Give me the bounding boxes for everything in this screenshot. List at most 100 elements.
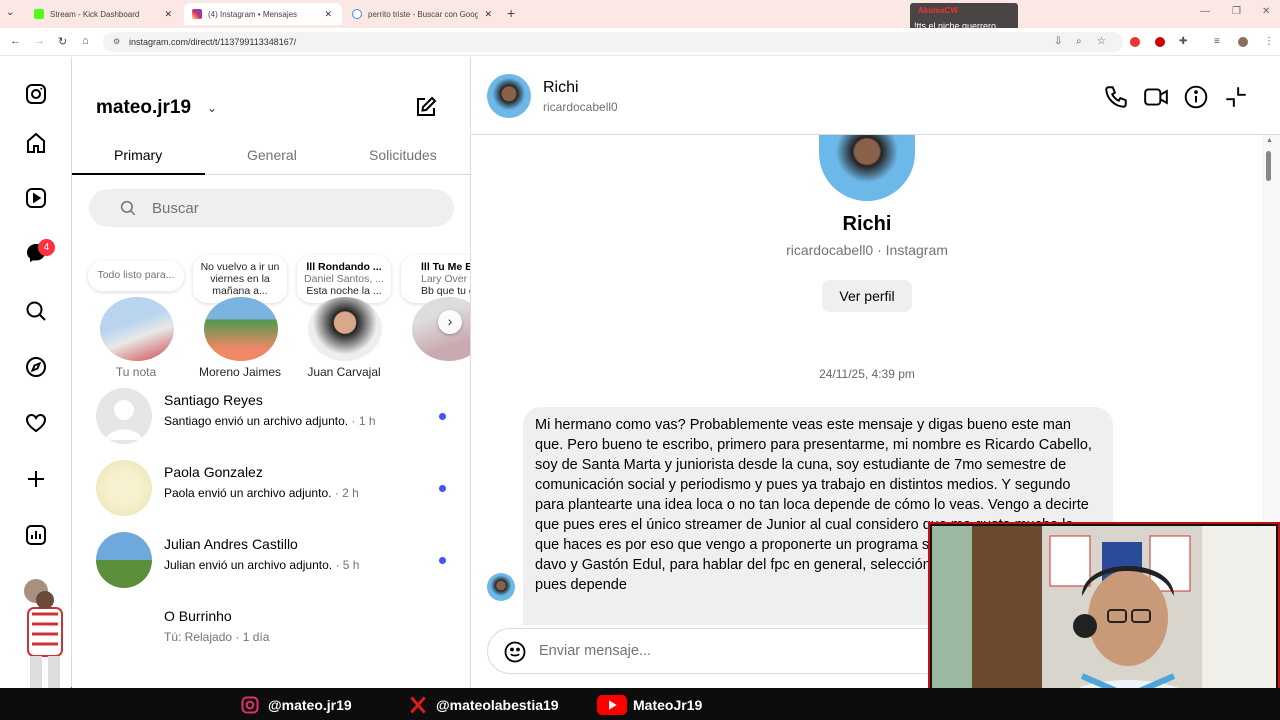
search-input[interactable]: Buscar	[89, 189, 454, 227]
chat-header: Richi ricardocabell0	[471, 57, 1280, 135]
bookmark-star-icon[interactable]: ☆	[1097, 36, 1106, 47]
social-handle: @mateo.jr19	[268, 697, 352, 713]
close-tab-icon[interactable]: ✕	[324, 9, 332, 20]
scroll-up-icon[interactable]: ▲	[1266, 137, 1273, 144]
social-instagram: @mateo.jr19	[238, 695, 352, 715]
notifications-heart-icon[interactable]	[22, 409, 50, 437]
preview-time: · 2 h	[334, 486, 359, 500]
install-app-icon[interactable]: ⇩	[1054, 36, 1062, 47]
reload-icon[interactable]: ↻	[58, 35, 67, 48]
view-profile-button[interactable]: Ver perfil	[822, 280, 912, 312]
inbox-tabs: Primary General Solicitudes	[72, 143, 470, 175]
close-window-icon[interactable]: ✕	[1262, 6, 1270, 17]
reels-icon[interactable]	[22, 184, 50, 212]
url-input[interactable]: ⚙ instagram.com/direct/t/113799113348167…	[103, 32, 1123, 52]
chevron-down-icon[interactable]: ⌄	[207, 101, 217, 115]
dashboard-icon[interactable]	[22, 521, 50, 549]
info-icon[interactable]	[1183, 84, 1209, 110]
emoji-icon[interactable]	[503, 640, 527, 664]
site-info-icon[interactable]: ⚙	[113, 37, 120, 46]
tab-general[interactable]: General	[247, 147, 297, 163]
extension-icon[interactable]	[1155, 37, 1165, 47]
conversation-name: Santiago Reyes	[164, 392, 263, 408]
tab-title: (4) Instagram • Mensajes	[208, 9, 298, 19]
note-text: No vuelvo a ir un viernes en la mañana a…	[200, 261, 280, 297]
note-name: Juan Carvajal	[307, 365, 381, 379]
notes-tray: Todo listo para... Tu nota No vuelvo a i…	[72, 255, 470, 380]
note-song-title: lll Tu Me E...	[421, 261, 470, 273]
tab-search-chevron-icon[interactable]: ⌄	[6, 7, 14, 18]
social-handle: @mateolabestia19	[436, 697, 559, 713]
home-nav-icon[interactable]	[22, 129, 50, 157]
kick-favicon-icon	[34, 9, 44, 19]
close-tab-icon[interactable]: ✕	[484, 9, 492, 20]
media-control-icon[interactable]: ≡	[1214, 36, 1220, 47]
zoom-icon[interactable]: ⌕	[1076, 36, 1082, 47]
browser-tab-google[interactable]: perrito triste - Buscar con Goog ✕	[344, 3, 502, 25]
browser-tab-bar: ⌄ Stream - Kick Dashboard ✕ (4) Instagra…	[0, 0, 1280, 28]
new-tab-button[interactable]: +	[507, 5, 515, 21]
notifications-badge: 4	[38, 239, 55, 256]
avatar[interactable]	[487, 74, 531, 118]
conversation-row[interactable]: Julian Andres Castillo Julian envió un a…	[72, 524, 470, 596]
active-tab-indicator	[72, 173, 205, 175]
avatar	[96, 532, 152, 588]
extension-icon[interactable]	[1130, 37, 1140, 47]
conversation-preview: Paola envió un archivo adjunto. · 2 h	[164, 486, 359, 500]
instagram-icon	[238, 695, 262, 715]
scrollbar-thumb[interactable]	[1266, 151, 1271, 181]
new-message-icon[interactable]	[414, 95, 438, 119]
profile-name: Richi	[842, 213, 892, 235]
search-icon	[120, 200, 136, 216]
minimize-chat-icon[interactable]	[1223, 84, 1249, 110]
notes-next-chevron-icon[interactable]: ›	[438, 310, 462, 334]
tab-requests[interactable]: Solicitudes	[369, 147, 437, 163]
explore-compass-icon[interactable]	[22, 353, 50, 381]
note-text: Esta noche la ...	[306, 285, 382, 297]
conversation-row[interactable]: Paola Gonzalez Paola envió un archivo ad…	[72, 452, 470, 524]
note-bubble[interactable]: lll Tu Me E... Lary Over Bb que tu c	[401, 255, 470, 303]
home-icon[interactable]: ⌂	[82, 35, 89, 47]
video-call-icon[interactable]	[1143, 84, 1169, 110]
minimize-icon[interactable]: —	[1200, 6, 1210, 17]
conversation-name: Julian Andres Castillo	[164, 536, 298, 552]
stream-social-bar: @mateo.jr19 @mateolabestia19 MateoJr19	[0, 688, 1280, 720]
instagram-logo-icon[interactable]	[22, 80, 50, 108]
browser-menu-icon[interactable]: ⋮	[1264, 36, 1274, 47]
close-tab-icon[interactable]: ✕	[164, 9, 172, 20]
tab-title: perrito triste - Buscar con Goog	[368, 9, 479, 19]
forward-icon[interactable]: →	[34, 35, 45, 47]
browser-tab-instagram[interactable]: (4) Instagram • Mensajes ✕	[184, 3, 342, 25]
avatar	[96, 460, 152, 516]
back-icon[interactable]: ←	[10, 35, 21, 47]
google-favicon-icon	[352, 9, 362, 19]
preview-time: · 5 h	[335, 558, 360, 572]
phone-call-icon[interactable]	[1103, 84, 1129, 110]
preview-time: · 1 día	[235, 630, 270, 644]
instagram-favicon-icon	[192, 9, 202, 19]
browser-tab-kick[interactable]: Stream - Kick Dashboard ✕	[26, 3, 182, 25]
maximize-icon[interactable]: ❐	[1232, 6, 1241, 17]
note-avatar[interactable]	[204, 297, 278, 361]
conversation-list-panel: mateo.jr19 ⌄ Primary General Solicitudes…	[72, 57, 471, 720]
chat-contact-name[interactable]: Richi	[543, 79, 579, 97]
youtube-icon	[597, 695, 627, 715]
note-bubble[interactable]: Todo listo para...	[88, 261, 184, 291]
preview-time: · 1 h	[351, 414, 376, 428]
profile-avatar[interactable]	[819, 135, 915, 201]
note-avatar[interactable]	[100, 297, 174, 361]
note-bubble[interactable]: lll Rondando ... Daniel Santos, ... Esta…	[297, 255, 391, 303]
create-plus-icon[interactable]	[22, 465, 50, 493]
unread-dot	[439, 485, 446, 492]
note-avatar[interactable]	[308, 297, 382, 361]
stream-alert-user: AkumaCW	[918, 6, 959, 15]
conversation-row[interactable]: Santiago Reyes Santiago envió un archivo…	[72, 380, 470, 452]
profile-avatar-icon[interactable]	[1238, 37, 1248, 47]
conversation-preview: Santiago envió un archivo adjunto. · 1 h	[164, 414, 376, 428]
note-bubble[interactable]: No vuelvo a ir un viernes en la mañana a…	[193, 255, 287, 303]
extensions-puzzle-icon[interactable]: ✚	[1179, 36, 1187, 47]
search-nav-icon[interactable]	[22, 297, 50, 325]
conversation-row[interactable]: O Burrinho Tú: Relajado · 1 día	[72, 596, 470, 668]
tab-primary[interactable]: Primary	[114, 147, 162, 163]
account-username[interactable]: mateo.jr19	[96, 97, 191, 119]
